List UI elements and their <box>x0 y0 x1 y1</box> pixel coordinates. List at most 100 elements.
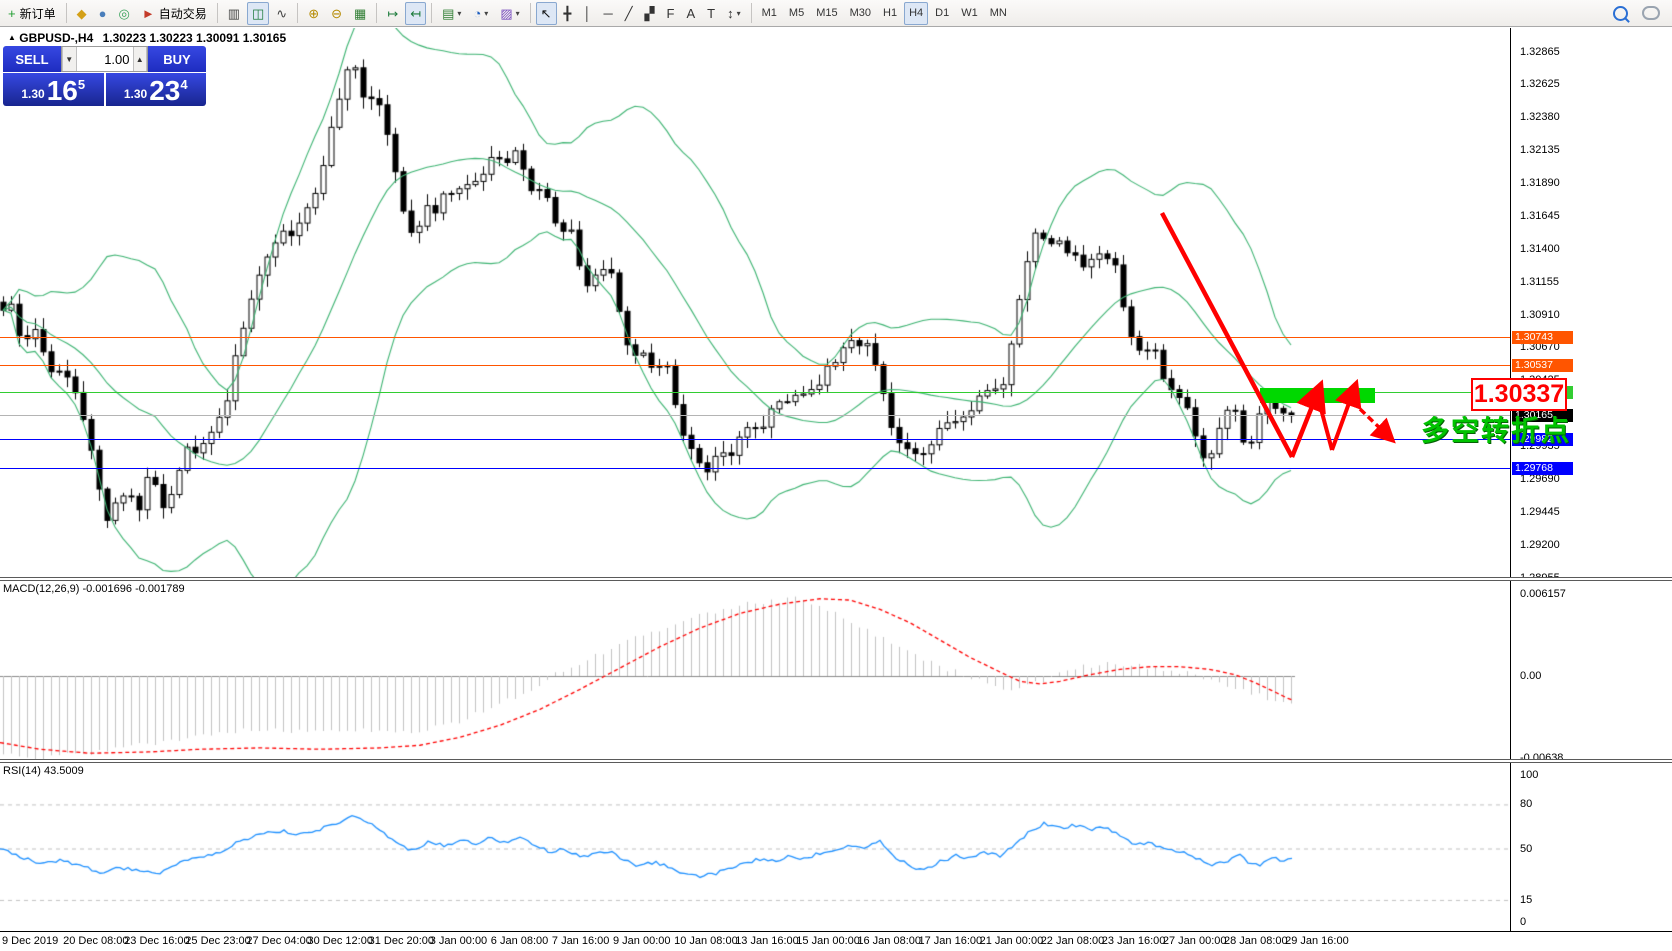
price-tick-label: 1.30910 <box>1520 309 1560 321</box>
chat-icon[interactable] <box>1642 6 1660 20</box>
time-tick-label: 7 Jan 16:00 <box>552 935 610 947</box>
rsi-axis: 1008050150 <box>1510 763 1672 930</box>
tf-h4[interactable]: H4 <box>904 2 928 25</box>
autotrading-button-label: 自动交易 <box>159 5 207 22</box>
price-callout-box: 1.30337 <box>1471 378 1567 411</box>
time-tick-label: 23 Jan 16:00 <box>1102 935 1166 947</box>
price-chart-pane[interactable]: ▲ GBPUSD-,H4 1.30223 1.30223 1.30091 1.3… <box>0 28 1510 580</box>
channel-tool[interactable]: ▞ <box>640 2 660 25</box>
volume-stepper: ▼ ▲ <box>61 46 148 72</box>
tf-m5[interactable]: M5 <box>784 2 809 25</box>
tf-m5-label: M5 <box>789 7 804 19</box>
bid-price[interactable]: 1.30 16 5 <box>3 73 104 106</box>
fibonacci-tool-glyph: F <box>667 7 675 20</box>
new-order-button-label: 新订单 <box>20 5 56 22</box>
tf-mn-label: MN <box>990 7 1007 19</box>
price-level-badge: 1.30537 <box>1512 359 1573 372</box>
macd-tick-label: 0.00 <box>1520 670 1541 682</box>
zoom-in-icon[interactable]: ⊕ <box>303 2 324 25</box>
rsi-canvas[interactable] <box>0 763 1510 930</box>
macd-canvas[interactable] <box>0 581 1510 759</box>
price-tick-label: 1.32380 <box>1520 111 1560 123</box>
tf-m30-label: M30 <box>850 7 871 19</box>
signals-icon[interactable]: ◎ <box>113 2 134 25</box>
autotrading-button[interactable]: ►自动交易 <box>137 2 212 25</box>
time-tick-label: 16 Jan 08:00 <box>857 935 921 947</box>
tf-m30[interactable]: M30 <box>845 2 876 25</box>
dropdown-caret-icon: ▾ <box>484 9 488 18</box>
time-tick-label: 21 Jan 00:00 <box>980 935 1044 947</box>
toolbar-separator <box>530 3 531 23</box>
horizontal-line-tool[interactable]: ─ <box>598 2 617 25</box>
macd-indicator-pane[interactable]: MACD(12,26,9) -0.001696 -0.001789 <box>0 581 1510 759</box>
sell-button[interactable]: SELL <box>3 46 61 72</box>
zoom-out-icon-glyph: ⊖ <box>331 7 342 20</box>
templates-button[interactable]: ▨▾ <box>495 2 524 25</box>
symbol-marker-icon: ▲ <box>8 33 16 42</box>
toolbar-separator <box>217 3 218 23</box>
vertical-line-tool-glyph: │ <box>583 7 591 20</box>
price-axis[interactable]: 1.307431.305371.303371.301651.299821.297… <box>1510 28 1672 580</box>
price-tick-label: 1.31890 <box>1520 177 1560 189</box>
templates-button-glyph: ▨ <box>500 7 512 20</box>
bar-chart-icon[interactable]: ▥ <box>223 2 245 25</box>
cursor-tool[interactable]: ↖ <box>536 2 557 25</box>
tf-h4-label: H4 <box>909 7 923 19</box>
dropdown-caret-icon: ▾ <box>737 9 741 18</box>
pane-separator[interactable] <box>0 577 1672 581</box>
tf-h1[interactable]: H1 <box>878 2 902 25</box>
candlestick-chart-icon[interactable]: ◫ <box>247 2 269 25</box>
volume-increase-button[interactable]: ▲ <box>133 47 148 71</box>
rsi-label: RSI(14) 43.5009 <box>3 765 84 777</box>
tf-mn[interactable]: MN <box>985 2 1012 25</box>
time-axis[interactable]: 9 Dec 201920 Dec 08:0023 Dec 16:0025 Dec… <box>0 933 1672 951</box>
bid-main: 16 <box>47 78 78 104</box>
tf-m1[interactable]: M1 <box>757 2 782 25</box>
auto-scroll-icon[interactable]: ↦ <box>382 2 403 25</box>
toolbar-separator <box>66 3 67 23</box>
rsi-tick-label: 15 <box>1520 894 1532 906</box>
mt4-terminal: { "toolbar": { "items": [ {"n":"new-orde… <box>0 0 1672 951</box>
pane-separator[interactable] <box>0 759 1672 763</box>
search-icon[interactable] <box>1613 6 1628 21</box>
arrows-tool-glyph: ↕ <box>727 7 734 20</box>
tf-d1[interactable]: D1 <box>930 2 954 25</box>
arrows-tool[interactable]: ↕▾ <box>722 2 746 25</box>
periods-button[interactable]: ◔▾ <box>468 2 493 25</box>
chart-shift-icon[interactable]: ↤ <box>405 2 426 25</box>
text-tool[interactable]: A <box>681 2 700 25</box>
new-order-button[interactable]: + 新订单 <box>3 2 61 25</box>
volume-input[interactable] <box>77 47 133 71</box>
main-toolbar: +新订单◆●◎►自动交易▥◫∿⊕⊖▦↦↤▤▾◔▾▨▾↖╋│─╱▞FAT↕▾M1M… <box>0 0 1672 27</box>
cursor-tool-glyph: ↖ <box>541 7 552 20</box>
new-chart-button[interactable]: ▤▾ <box>437 2 466 25</box>
tf-m15[interactable]: M15 <box>811 2 842 25</box>
dropdown-caret-icon: ▾ <box>457 9 461 18</box>
label-tool-glyph: T <box>707 7 715 20</box>
styles-icon[interactable]: ◆ <box>72 2 92 25</box>
trendline-tool[interactable]: ╱ <box>620 2 638 25</box>
new-order-button-glyph: + <box>8 7 16 20</box>
time-tick-label: 31 Dec 20:00 <box>369 935 434 947</box>
volume-decrease-button[interactable]: ▼ <box>62 47 77 71</box>
tf-w1[interactable]: W1 <box>956 2 983 25</box>
line-chart-icon[interactable]: ∿ <box>271 2 292 25</box>
tile-windows-icon[interactable]: ▦ <box>349 2 371 25</box>
buy-button[interactable]: BUY <box>148 46 206 72</box>
price-tick-label: 1.31400 <box>1520 243 1560 255</box>
vertical-line-tool[interactable]: │ <box>578 2 596 25</box>
styles-icon-glyph: ◆ <box>77 7 87 20</box>
rsi-tick-label: 80 <box>1520 798 1532 810</box>
ask-price[interactable]: 1.30 23 4 <box>106 73 207 106</box>
label-tool[interactable]: T <box>702 2 720 25</box>
profile-icon[interactable]: ● <box>94 2 112 25</box>
fibonacci-tool[interactable]: F <box>662 2 680 25</box>
rsi-indicator-pane[interactable]: RSI(14) 43.5009 <box>0 763 1510 930</box>
zoom-out-icon[interactable]: ⊖ <box>326 2 347 25</box>
dropdown-caret-icon: ▾ <box>516 9 520 18</box>
tf-m1-label: M1 <box>762 7 777 19</box>
crosshair-tool[interactable]: ╋ <box>559 2 577 25</box>
chart-title: ▲ GBPUSD-,H4 1.30223 1.30223 1.30091 1.3… <box>8 31 286 45</box>
price-tick-label: 1.31155 <box>1520 276 1559 288</box>
time-tick-label: 29 Jan 16:00 <box>1285 935 1349 947</box>
